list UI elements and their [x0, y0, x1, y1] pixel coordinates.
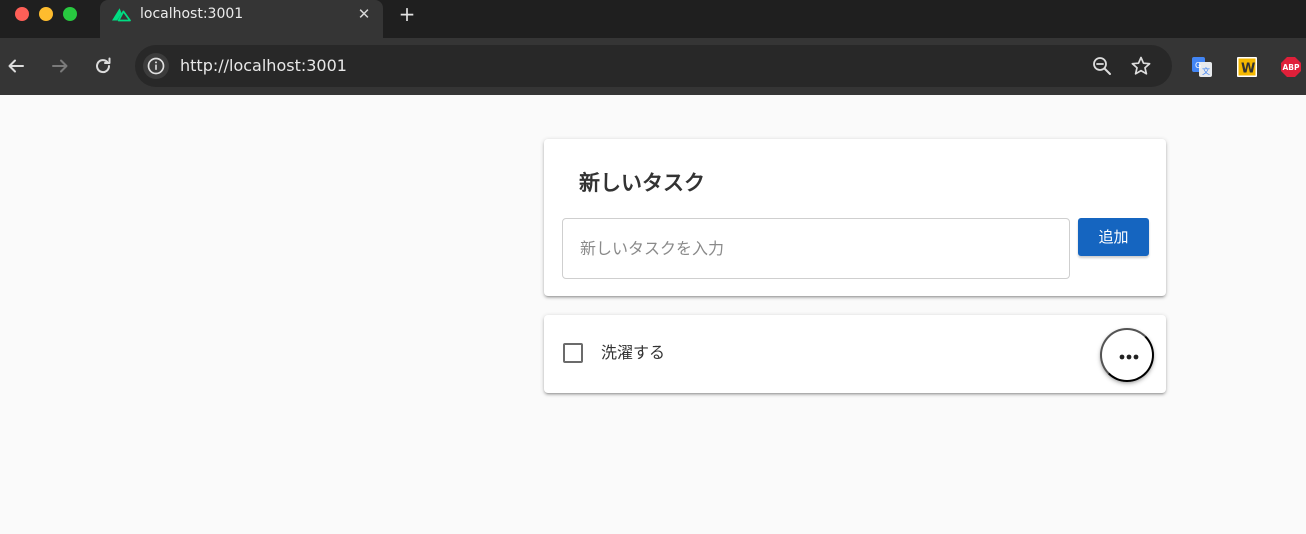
svg-text:G: G	[1195, 61, 1201, 70]
new-task-title: 新しいタスク	[579, 171, 705, 195]
svg-text:W: W	[1241, 62, 1255, 77]
svg-text:ABP: ABP	[1282, 63, 1300, 72]
task-checkbox[interactable]	[563, 343, 583, 363]
task-menu-button[interactable]	[1100, 328, 1154, 382]
forward-arrow-icon[interactable]	[49, 55, 71, 77]
tab-close-icon[interactable]: ✕	[355, 5, 373, 23]
svg-text:文: 文	[1202, 66, 1210, 76]
add-task-button[interactable]: 追加	[1078, 218, 1149, 256]
close-window-button[interactable]	[15, 7, 29, 21]
new-task-card: 新しいタスク 追加	[544, 139, 1166, 296]
nuxt-favicon-icon	[112, 8, 131, 22]
minimize-window-button[interactable]	[39, 7, 53, 21]
new-tab-button[interactable]: +	[397, 3, 417, 25]
url-text[interactable]: http://localhost:3001	[180, 56, 347, 76]
task-text: 洗濯する	[601, 343, 666, 362]
address-bar[interactable]: http://localhost:3001	[135, 45, 1172, 87]
google-translate-icon[interactable]: G 文	[1191, 56, 1213, 78]
maximize-window-button[interactable]	[63, 7, 77, 21]
back-arrow-icon[interactable]	[5, 55, 27, 77]
bookmark-star-icon[interactable]	[1130, 55, 1152, 77]
task-list-card: 洗濯する	[544, 315, 1166, 393]
browser-tab[interactable]: localhost:3001 ✕	[100, 0, 383, 38]
browser-toolbar: http://localhost:3001 G 文 W ABP	[0, 38, 1306, 95]
zoom-icon[interactable]	[1091, 55, 1113, 77]
tab-title: localhost:3001	[140, 6, 244, 22]
task-list-item: 洗濯する	[544, 315, 1166, 393]
adblock-plus-icon[interactable]: ABP	[1280, 56, 1302, 78]
new-task-input[interactable]	[562, 218, 1070, 279]
site-info-icon[interactable]	[143, 53, 169, 79]
reload-icon[interactable]	[92, 55, 114, 77]
tab-strip: localhost:3001 ✕ +	[0, 0, 1306, 38]
more-horizontal-icon	[1119, 354, 1139, 360]
w-extension-icon[interactable]: W	[1236, 56, 1258, 78]
